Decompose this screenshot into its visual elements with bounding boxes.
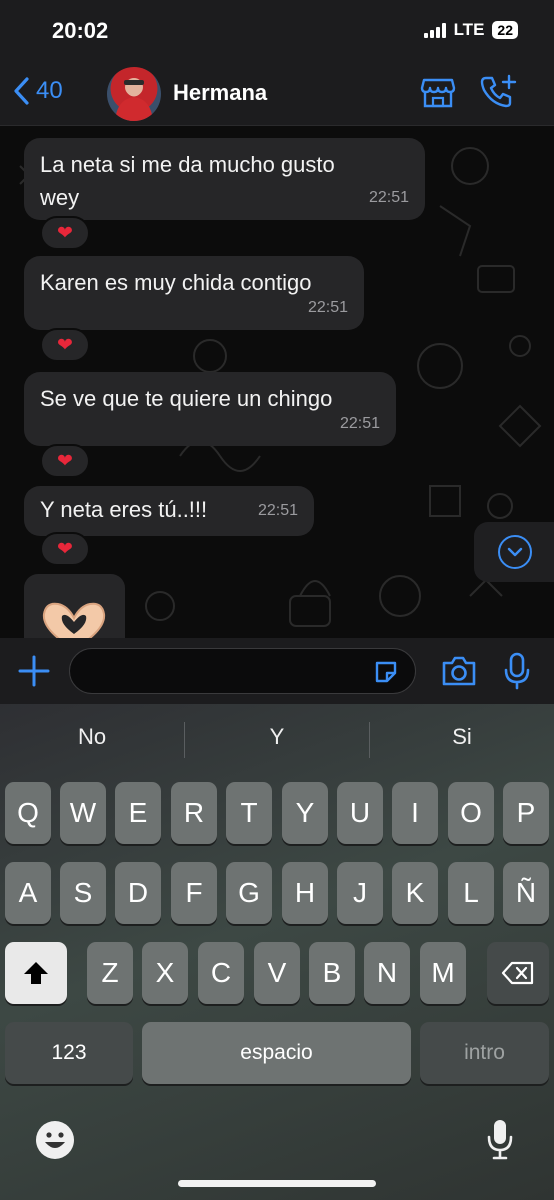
status-bar: 20:02 LTE 22 (0, 0, 554, 62)
heart-reaction[interactable]: ❤ (40, 532, 90, 566)
chat-area[interactable]: La neta si me da mucho gusto wey 22:51 ❤… (0, 126, 554, 638)
chat-header: 40 Hermana (0, 62, 554, 126)
home-indicator[interactable] (178, 1180, 376, 1187)
key-x[interactable]: X (142, 942, 188, 1004)
key-n[interactable]: N (364, 942, 410, 1004)
status-indicators: LTE 22 (423, 20, 518, 40)
key-k[interactable]: K (392, 862, 438, 924)
message-time: 22:51 (257, 502, 298, 519)
message-time: 22:51 (307, 299, 348, 316)
key-g[interactable]: G (226, 862, 272, 924)
suggestion-3[interactable]: Si (370, 724, 554, 750)
unread-count: 40 (36, 77, 63, 104)
contact-name[interactable]: Hermana (173, 80, 267, 106)
chevron-left-icon (14, 77, 29, 105)
message-bubble[interactable]: Karen es muy chida contigo 22:51 (24, 256, 364, 330)
keyboard: No Y Si Q W E R T Y U I O P A S D F G H … (0, 704, 554, 1200)
key-s[interactable]: S (60, 862, 106, 924)
key-z[interactable]: Z (87, 942, 133, 1004)
dictation-icon[interactable] (486, 1118, 514, 1160)
space-key[interactable]: espacio (142, 1022, 411, 1084)
status-time: 20:02 (52, 18, 109, 43)
heart-hands-sticker (42, 602, 106, 638)
return-key[interactable]: intro (420, 1022, 549, 1084)
message-bubble[interactable]: Se ve que te quiere un chingo 22:51 (24, 372, 396, 446)
scroll-down-button[interactable] (474, 522, 554, 582)
chevron-down-icon (498, 535, 532, 569)
key-d[interactable]: D (115, 862, 161, 924)
key-o[interactable]: O (448, 782, 494, 844)
key-c[interactable]: C (198, 942, 244, 1004)
shift-icon (24, 962, 48, 984)
suggestion-1[interactable]: No (0, 724, 184, 750)
signal-icon (423, 22, 446, 38)
shift-key[interactable] (5, 942, 67, 1004)
key-t[interactable]: T (226, 782, 272, 844)
emoji-icon[interactable] (35, 1120, 75, 1160)
message-text-line: La neta si me da mucho gusto (40, 152, 335, 177)
key-n-tilde[interactable]: Ñ (503, 862, 549, 924)
key-q[interactable]: Q (5, 782, 51, 844)
key-f[interactable]: F (171, 862, 217, 924)
key-a[interactable]: A (5, 862, 51, 924)
back-button[interactable]: 40 (12, 76, 63, 106)
key-w[interactable]: W (60, 782, 106, 844)
key-i[interactable]: I (392, 782, 438, 844)
heart-reaction[interactable]: ❤ (40, 328, 90, 362)
key-j[interactable]: J (337, 862, 383, 924)
key-e[interactable]: E (115, 782, 161, 844)
message-input[interactable] (69, 648, 416, 694)
microphone-icon[interactable] (504, 652, 530, 690)
network-type: LTE (453, 20, 485, 39)
battery-level: 22 (497, 22, 513, 38)
battery-icon: 22 (492, 21, 518, 39)
sticker-message[interactable] (24, 574, 125, 638)
suggestion-2[interactable]: Y (185, 724, 369, 750)
delete-key[interactable] (487, 942, 549, 1004)
message-time: 22:51 (339, 415, 380, 432)
message-text-line: Karen es muy chida contigo (40, 270, 312, 295)
key-r[interactable]: R (171, 782, 217, 844)
plus-icon[interactable] (18, 655, 50, 687)
avatar-image (115, 78, 153, 121)
key-m[interactable]: M (420, 942, 466, 1004)
camera-icon[interactable] (441, 655, 477, 687)
add-call-icon[interactable] (480, 74, 518, 110)
message-bubble[interactable]: La neta si me da mucho gusto wey 22:51 (24, 138, 425, 220)
avatar[interactable] (107, 67, 161, 121)
backspace-icon (501, 961, 534, 985)
heart-reaction[interactable]: ❤ (40, 216, 90, 250)
key-b[interactable]: B (309, 942, 355, 1004)
key-h[interactable]: H (282, 862, 328, 924)
key-l[interactable]: L (448, 862, 494, 924)
message-text-line: wey (40, 185, 80, 210)
numbers-key[interactable]: 123 (5, 1022, 133, 1084)
heart-reaction[interactable]: ❤ (40, 444, 90, 478)
store-icon[interactable] (420, 74, 456, 110)
key-y[interactable]: Y (282, 782, 328, 844)
message-input-bar (0, 638, 554, 704)
message-text-line: Se ve que te quiere un chingo (40, 386, 333, 411)
message-time: 22:51 (368, 189, 409, 206)
key-p[interactable]: P (503, 782, 549, 844)
sticker-icon[interactable] (373, 659, 399, 685)
key-v[interactable]: V (254, 942, 300, 1004)
key-u[interactable]: U (337, 782, 383, 844)
message-bubble[interactable]: Y neta eres tú..!!! 22:51 (24, 486, 314, 536)
